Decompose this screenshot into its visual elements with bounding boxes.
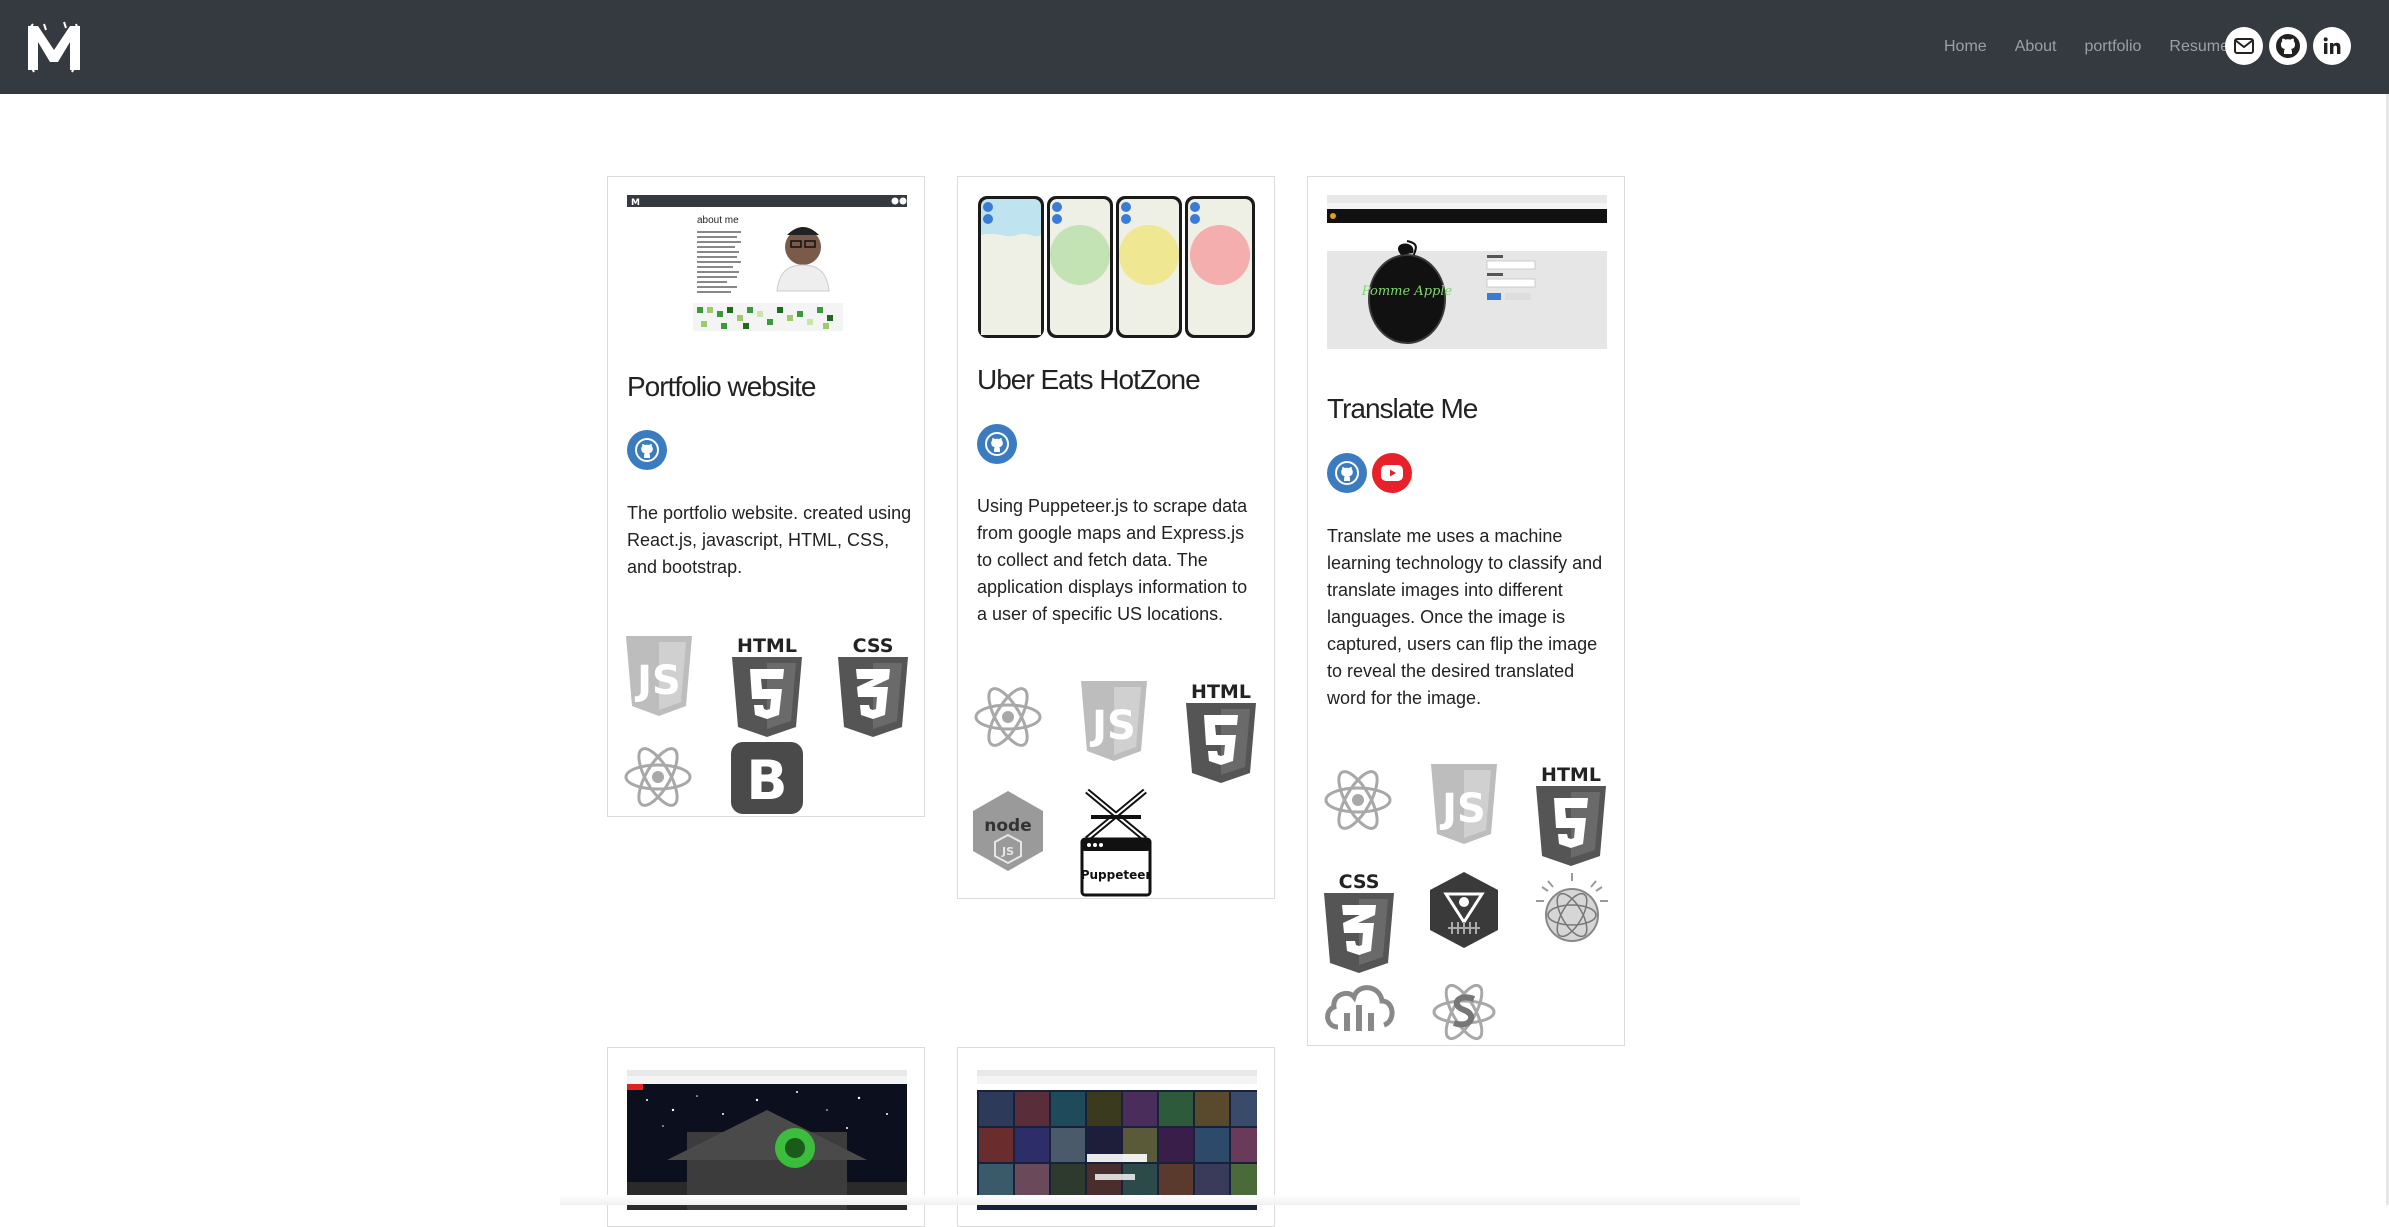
svg-text:JS: JS — [634, 658, 681, 704]
project-description: Translate me uses a machine learning tec… — [1327, 526, 1603, 708]
javascript-icon: JS — [626, 636, 692, 716]
youtube-icon[interactable] — [1372, 453, 1412, 493]
project-screenshot[interactable]: M about me — [627, 195, 907, 335]
svg-text:JS: JS — [1001, 845, 1014, 858]
javascript-icon: JS — [1081, 681, 1147, 761]
github-icon[interactable] — [1327, 453, 1367, 493]
css3-icon: CSS — [838, 635, 908, 737]
nav-link-about[interactable]: About — [2015, 38, 2057, 56]
cloud-icon — [1325, 985, 1395, 1031]
page-bottom-shadow — [560, 1195, 1800, 1205]
project-card-portfolio: M about me Portfolio website The portfol… — [607, 176, 925, 817]
puppeteer-icon: Puppeteer — [1080, 788, 1152, 897]
svg-text:CSS: CSS — [1339, 871, 1380, 893]
project-card-translate-me: Pomme Apple Translate Me Translate me us… — [1307, 176, 1625, 1046]
css3-icon: CSS — [1324, 871, 1394, 973]
saga-icon — [1432, 983, 1496, 1041]
project-screenshot[interactable] — [627, 1070, 907, 1210]
watson-icon — [1536, 873, 1608, 942]
svg-text:Puppeteer: Puppeteer — [1081, 868, 1152, 882]
navbar: Home About portfolio Resume — [0, 0, 2389, 94]
javascript-icon: JS — [1431, 764, 1497, 844]
svg-text:B: B — [746, 749, 787, 812]
svg-text:HTML: HTML — [1191, 681, 1251, 703]
mail-icon[interactable] — [2225, 27, 2263, 65]
html5-icon: HTML — [1536, 764, 1606, 866]
site-logo[interactable] — [24, 18, 84, 74]
html5-icon: HTML — [732, 635, 802, 737]
svg-text:CSS: CSS — [853, 635, 894, 657]
project-card-uber-eats: Uber Eats HotZone Using Puppeteer.js to … — [957, 176, 1275, 899]
svg-text:node: node — [984, 816, 1031, 836]
project-screenshot[interactable] — [977, 1070, 1257, 1210]
react-icon — [1324, 770, 1392, 830]
screenshot-text: Pomme Apple — [1361, 284, 1453, 299]
project-title: Translate Me — [1327, 393, 1478, 424]
react-icon — [624, 747, 692, 807]
github-icon[interactable] — [977, 424, 1017, 464]
react-icon — [974, 687, 1042, 747]
linkedin-icon[interactable] — [2313, 27, 2351, 65]
nav-links: Home About portfolio Resume — [1944, 0, 2229, 94]
project-title: Uber Eats HotZone — [977, 364, 1201, 395]
social-links — [2225, 27, 2351, 65]
project-screenshot[interactable]: Pomme Apple — [1327, 195, 1607, 349]
svg-text:JS: JS — [1089, 703, 1136, 749]
nodejs-icon: node JS — [973, 791, 1043, 871]
svg-text:HTML: HTML — [1541, 764, 1601, 786]
svg-text:JS: JS — [1439, 786, 1486, 832]
github-icon[interactable] — [627, 430, 667, 470]
nav-link-portfolio[interactable]: portfolio — [2085, 38, 2142, 56]
html5-icon: HTML — [1186, 681, 1256, 783]
project-description: Using Puppeteer.js to scrape data from g… — [977, 496, 1248, 624]
ml5-icon — [1430, 872, 1498, 948]
project-description: The portfolio website. created using Rea… — [627, 503, 912, 577]
github-icon[interactable] — [2269, 27, 2307, 65]
bootstrap-icon: B — [731, 742, 803, 814]
project-screenshot[interactable] — [977, 195, 1257, 339]
project-title: Portfolio website — [627, 371, 816, 402]
nav-link-home[interactable]: Home — [1944, 38, 1987, 56]
screenshot-heading: about me — [697, 215, 739, 226]
svg-text:HTML: HTML — [737, 635, 797, 657]
nav-link-resume[interactable]: Resume — [2169, 38, 2229, 56]
svg-text:M: M — [631, 198, 640, 208]
